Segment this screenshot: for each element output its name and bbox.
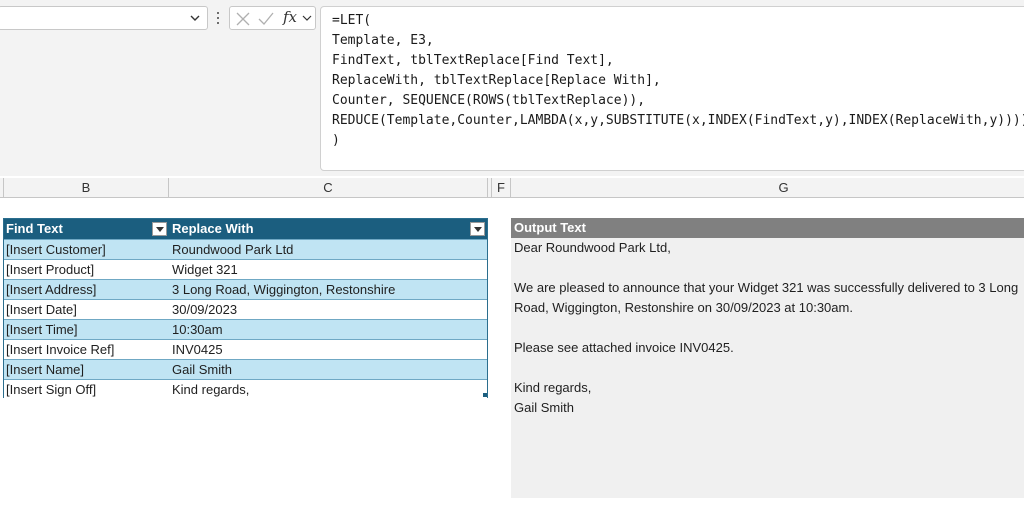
insert-function-button[interactable]: fx xyxy=(283,8,297,26)
cell-find-text[interactable]: [Insert Product] xyxy=(4,260,170,280)
cell-replace-with[interactable]: Kind regards, xyxy=(170,380,487,400)
cell-find-text[interactable]: [Insert Customer] xyxy=(4,240,170,260)
column-headers: B C F G xyxy=(0,178,1024,198)
cell-replace-with[interactable]: Roundwood Park Ltd xyxy=(170,240,487,260)
formula-line: Counter, SEQUENCE(ROWS(tblTextReplace)), xyxy=(332,93,646,108)
cancel-icon[interactable] xyxy=(234,10,252,28)
formula-input[interactable]: =LET( Template, E3, FindText, tblTextRep… xyxy=(320,6,1024,171)
table-row: [Insert Name] Gail Smith xyxy=(4,359,487,380)
table-row: [Insert Product] Widget 321 xyxy=(4,259,487,280)
table-row: [Insert Date] 30/09/2023 xyxy=(4,299,487,320)
cell-replace-with[interactable]: 3 Long Road, Wiggington, Restonshire xyxy=(170,280,487,300)
column-header-b[interactable]: B xyxy=(4,178,169,198)
cell-replace-with[interactable]: 30/09/2023 xyxy=(170,300,487,320)
column-header-g[interactable]: G xyxy=(511,178,1024,198)
filter-dropdown-button[interactable] xyxy=(470,222,485,236)
text-replace-table: Find Text Replace With [Insert Customer]… xyxy=(3,218,488,400)
cell-find-text[interactable]: [Insert Sign Off] xyxy=(4,380,170,400)
header-label: Replace With xyxy=(172,221,254,236)
formula-bar-area: fx =LET( Template, E3, FindText, tblText… xyxy=(0,0,1024,176)
enter-check-icon[interactable] xyxy=(257,10,275,28)
header-find-text[interactable]: Find Text xyxy=(4,219,170,239)
cell-find-text[interactable]: [Insert Date] xyxy=(4,300,170,320)
cell-replace-with[interactable]: Widget 321 xyxy=(170,260,487,280)
header-replace-with[interactable]: Replace With xyxy=(170,219,487,239)
column-header-f[interactable]: F xyxy=(492,178,511,198)
dropdown-arrow-icon xyxy=(474,227,482,232)
output-line: Please see attached invoice INV0425. xyxy=(514,340,734,355)
header-label: Find Text xyxy=(6,221,63,236)
table-row: [Insert Customer] Roundwood Park Ltd xyxy=(4,239,487,260)
cell-find-text[interactable]: [Insert Name] xyxy=(4,360,170,380)
output-line: Gail Smith xyxy=(514,400,574,415)
formula-line: ) xyxy=(332,133,340,148)
table-row: [Insert Invoice Ref] INV0425 xyxy=(4,339,487,360)
table-row: [Insert Address] 3 Long Road, Wiggington… xyxy=(4,279,487,300)
chevron-down-icon[interactable] xyxy=(302,12,312,24)
table-row: [Insert Sign Off] Kind regards, xyxy=(4,379,487,400)
output-text-cell[interactable]: Dear Roundwood Park Ltd, We are pleased … xyxy=(511,238,1024,498)
cell-find-text[interactable]: [Insert Address] xyxy=(4,280,170,300)
name-box[interactable] xyxy=(0,6,208,30)
cell-find-text[interactable]: [Insert Invoice Ref] xyxy=(4,340,170,360)
formula-line: REDUCE(Template,Counter,LAMBDA(x,y,SUBST… xyxy=(332,113,1024,128)
cell-replace-with[interactable]: Gail Smith xyxy=(170,360,487,380)
dropdown-arrow-icon xyxy=(156,227,164,232)
cell-replace-with[interactable]: 10:30am xyxy=(170,320,487,340)
output-line: Kind regards, xyxy=(514,380,592,395)
output-text-header[interactable]: Output Text xyxy=(511,218,1024,238)
formula-line: FindText, tblTextReplace[Find Text], xyxy=(332,53,614,68)
more-options-icon[interactable] xyxy=(214,9,222,27)
table-header-row: Find Text Replace With xyxy=(4,219,487,239)
formula-controls: fx xyxy=(229,6,316,30)
output-line: We are pleased to announce that your Wid… xyxy=(514,280,1019,295)
filter-dropdown-button[interactable] xyxy=(152,222,167,236)
chevron-down-icon[interactable] xyxy=(189,11,201,25)
cell-find-text[interactable]: [Insert Time] xyxy=(4,320,170,340)
formula-line: Template, E3, xyxy=(332,33,434,48)
column-header-c[interactable]: C xyxy=(169,178,488,198)
formula-line: ReplaceWith, tblTextReplace[Replace With… xyxy=(332,73,661,88)
cell-replace-with[interactable]: INV0425 xyxy=(170,340,487,360)
formula-line: =LET( xyxy=(332,13,372,28)
table-resize-handle-icon[interactable] xyxy=(483,393,487,397)
table-row: [Insert Time] 10:30am xyxy=(4,319,487,340)
output-line: Road, Wiggington, Restonshire on 30/09/2… xyxy=(514,300,853,315)
output-line: Dear Roundwood Park Ltd, xyxy=(514,240,671,255)
